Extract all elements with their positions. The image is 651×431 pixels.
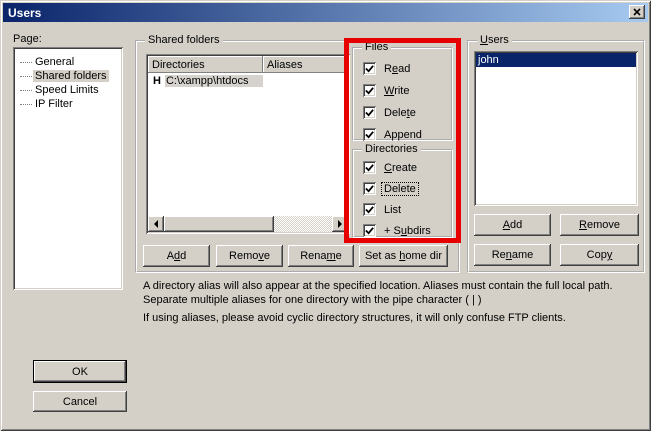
sidebar-item-speed-limits[interactable]: Speed Limits — [16, 83, 101, 97]
checkbox-row-subdirs: + Subdirs — [363, 223, 433, 238]
check-icon — [365, 64, 374, 73]
directory-listview: Directories Aliases H C:\xampp\htdocs — [146, 54, 350, 234]
cyclic-help-text: If using aliases, please avoid cyclic di… — [143, 311, 651, 325]
checkbox-create-label: Create — [382, 162, 419, 174]
checkbox-delete-file[interactable] — [363, 106, 376, 119]
check-icon — [365, 86, 374, 95]
users-group-label: Users — [477, 34, 512, 47]
home-directory-flag: H — [148, 75, 165, 87]
checkbox-read-label: Read — [382, 63, 412, 75]
user-remove-button[interactable]: Remove — [560, 214, 639, 236]
tree-connector — [20, 104, 32, 105]
scroll-right-button[interactable] — [332, 216, 348, 232]
shared-folders-group-label: Shared folders — [145, 34, 223, 47]
files-group-label: Files — [362, 41, 391, 54]
checkbox-row-delete-dir: Delete — [363, 181, 418, 196]
tree-connector — [20, 76, 32, 77]
user-add-button[interactable]: Add — [474, 214, 551, 236]
arrow-left-icon — [150, 220, 158, 228]
checkbox-create[interactable] — [363, 161, 376, 174]
scroll-left-button[interactable] — [148, 216, 164, 232]
arrow-right-icon — [338, 220, 346, 228]
check-icon — [365, 163, 374, 172]
checkbox-append-label: Append — [382, 129, 424, 141]
column-header-directories[interactable]: Directories — [148, 56, 263, 73]
scroll-thumb[interactable] — [164, 216, 274, 232]
sidebar-item-ip-filter[interactable]: IP Filter — [16, 97, 75, 111]
page-list: General Shared folders Speed Limits IP F… — [13, 47, 123, 290]
checkbox-append[interactable] — [363, 128, 376, 141]
directory-row[interactable]: H C:\xampp\htdocs — [148, 73, 263, 88]
check-icon — [365, 226, 374, 235]
window-title: Users — [3, 6, 41, 20]
listview-header: Directories Aliases — [148, 56, 348, 73]
directories-group: Directories Create Delete List + Subdirs — [352, 149, 453, 238]
checkbox-delete-dir-label: Delete — [382, 183, 418, 195]
sidebar-item-label: General — [33, 56, 76, 68]
checkbox-row-list: List — [363, 202, 403, 217]
checkbox-delete-dir[interactable] — [363, 182, 376, 195]
ok-button[interactable]: OK — [33, 360, 127, 383]
checkbox-read[interactable] — [363, 62, 376, 75]
users-list: john — [474, 51, 638, 206]
checkbox-write[interactable] — [363, 84, 376, 97]
checkbox-row-create: Create — [363, 160, 419, 175]
close-button[interactable] — [629, 5, 645, 19]
checkbox-list-label: List — [382, 204, 403, 216]
checkbox-delete-file-label: Delete — [382, 107, 418, 119]
check-icon — [365, 184, 374, 193]
alias-help-text: A directory alias will also appear at th… — [143, 279, 651, 307]
sidebar-item-general[interactable]: General — [16, 55, 76, 69]
column-header-aliases[interactable]: Aliases — [263, 56, 348, 73]
tree-connector — [20, 90, 32, 91]
title-bar[interactable]: Users — [3, 3, 648, 22]
checkbox-subdirs[interactable] — [363, 224, 376, 237]
checkbox-list[interactable] — [363, 203, 376, 216]
sidebar-item-label: Speed Limits — [33, 84, 101, 96]
tree-connector — [20, 62, 32, 63]
horizontal-scrollbar[interactable] — [148, 216, 348, 232]
shared-add-button[interactable]: Add — [143, 245, 210, 267]
user-name: john — [478, 54, 499, 66]
checkbox-row-write: Write — [363, 83, 411, 98]
cancel-button[interactable]: Cancel — [33, 391, 127, 412]
sidebar-item-label: Shared folders — [33, 70, 109, 82]
directories-group-label: Directories — [362, 143, 421, 156]
shared-remove-button[interactable]: Remove — [216, 245, 283, 267]
check-icon — [365, 108, 374, 117]
directory-path: C:\xampp\htdocs — [165, 75, 263, 87]
user-rename-button[interactable]: Rename — [474, 244, 551, 266]
shared-rename-button[interactable]: Rename — [288, 245, 354, 267]
checkbox-write-label: Write — [382, 85, 411, 97]
close-icon — [633, 8, 641, 16]
set-as-home-dir-button[interactable]: Set as home dir — [359, 245, 448, 267]
page-label: Page: — [13, 33, 42, 45]
checkbox-row-delete-file: Delete — [363, 105, 418, 120]
checkbox-row-read: Read — [363, 61, 412, 76]
user-item-john[interactable]: john — [476, 53, 636, 67]
check-icon — [365, 205, 374, 214]
sidebar-item-shared-folders[interactable]: Shared folders — [16, 69, 109, 83]
files-group: Files Read Write Delete Append — [352, 47, 453, 141]
sidebar-item-label: IP Filter — [33, 98, 75, 110]
user-copy-button[interactable]: Copy — [560, 244, 639, 266]
users-dialog: Users Page: General Shared folders Speed… — [0, 0, 651, 431]
checkbox-subdirs-label: + Subdirs — [382, 225, 433, 237]
checkbox-row-append: Append — [363, 127, 424, 142]
check-icon — [365, 130, 374, 139]
